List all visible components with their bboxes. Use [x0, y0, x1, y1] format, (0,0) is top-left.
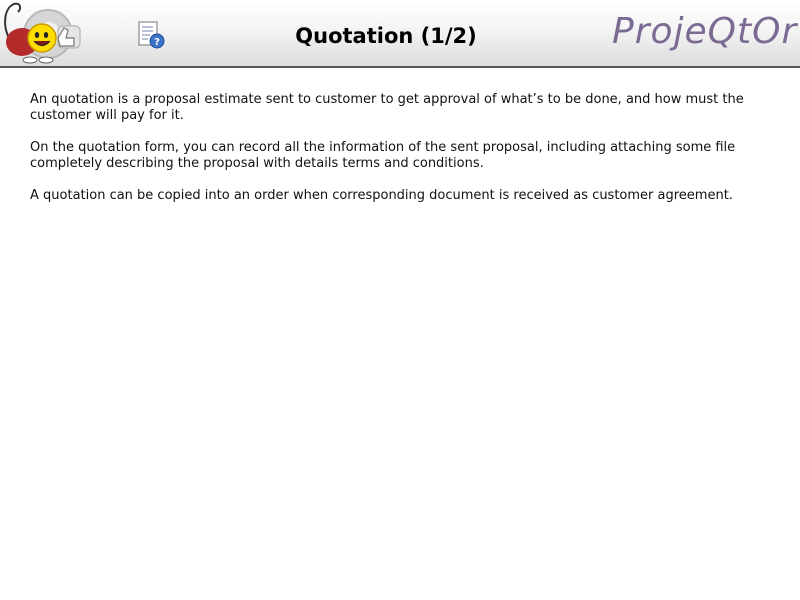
- page-title: Quotation (1/2): [295, 24, 477, 48]
- header-bar: ? Quotation (1/2) ProjeQtOr: [0, 0, 800, 68]
- paragraph-copy-to-order: A quotation can be copied into an order …: [30, 188, 733, 203]
- help-document-icon[interactable]: ?: [136, 20, 166, 50]
- projeqtor-mascot-logo-icon: [0, 0, 82, 66]
- brand-logo-text: ProjeQtOr: [612, 11, 798, 52]
- paragraph-form-info: On the quotation form, you can record al…: [30, 140, 736, 171]
- svg-text:?: ?: [154, 37, 160, 48]
- content-area: An quotation is a proposal estimate sent…: [30, 92, 775, 220]
- paragraph-definition: An quotation is a proposal estimate sent…: [30, 92, 744, 123]
